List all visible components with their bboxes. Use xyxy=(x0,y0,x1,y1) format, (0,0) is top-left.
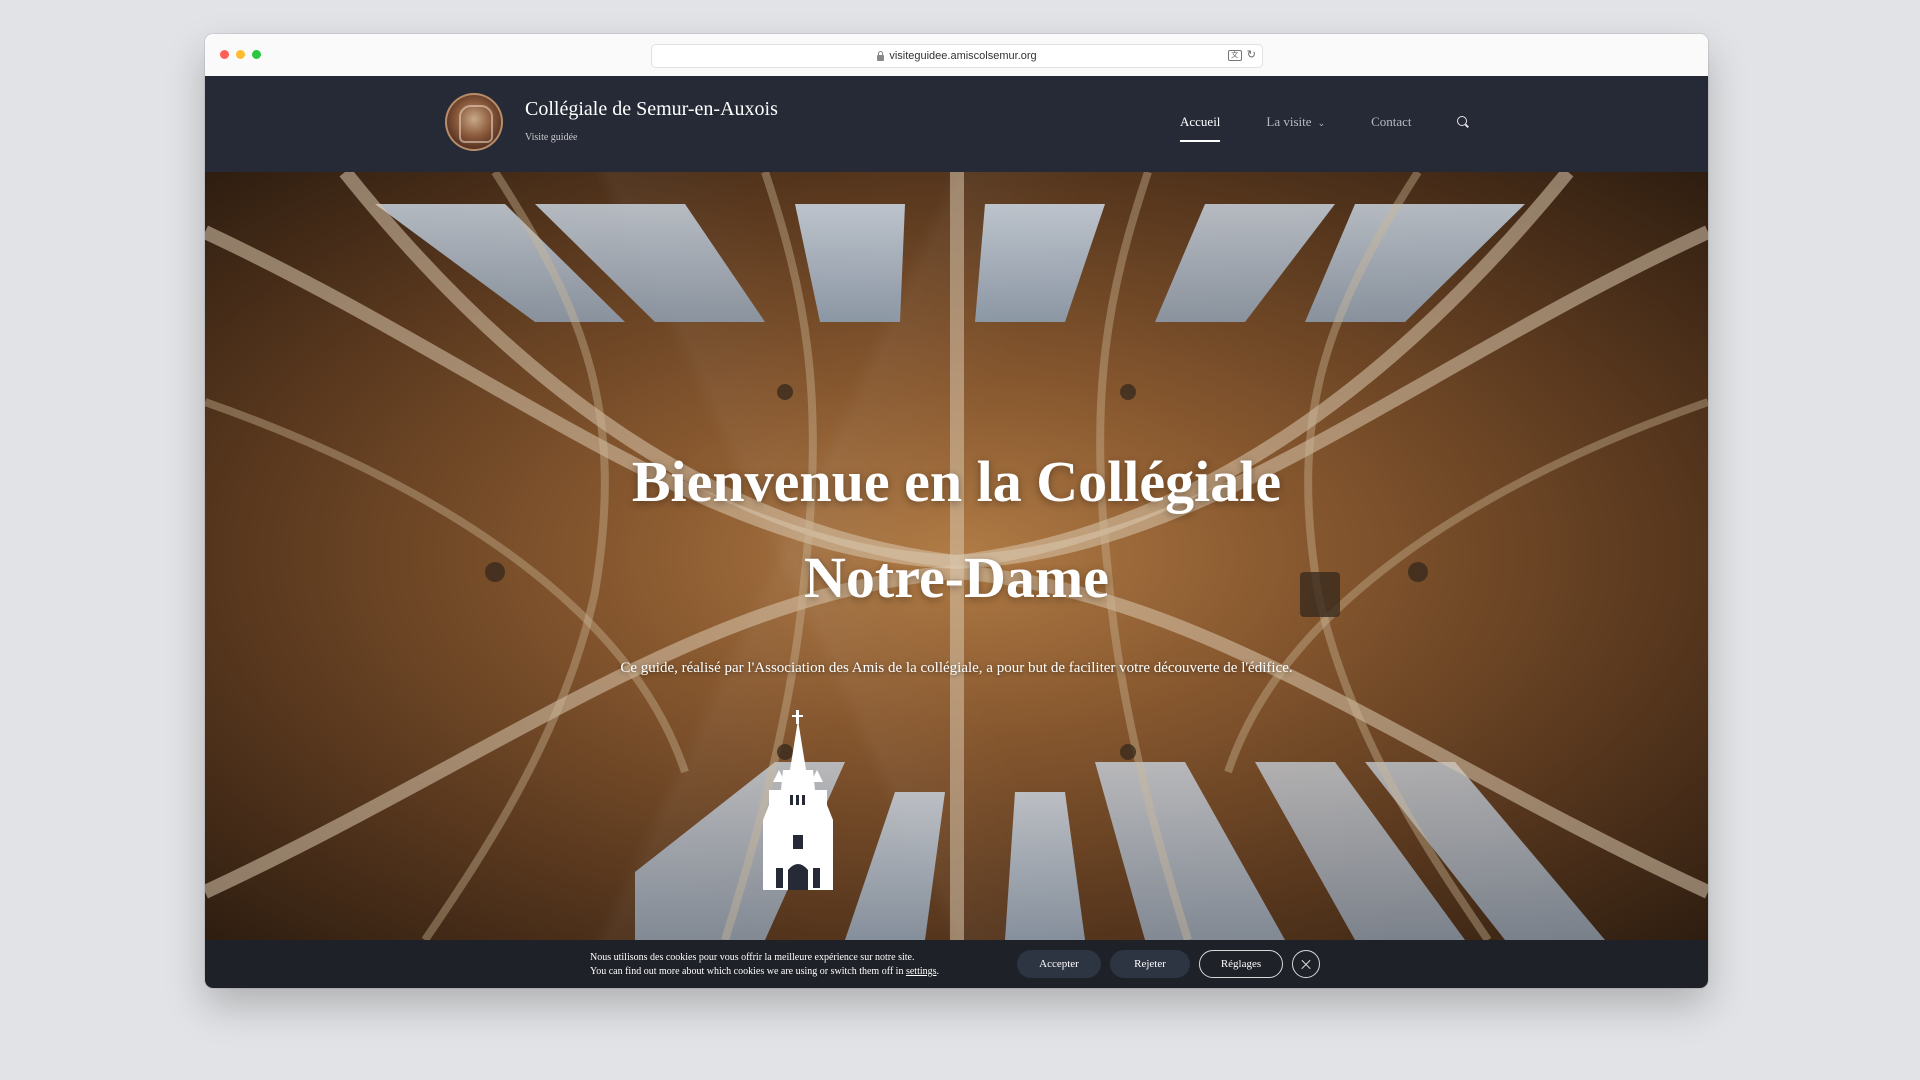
cookie-line-2-text: You can find out more about which cookie… xyxy=(590,966,904,977)
cookie-line-1: Nous utilisons des cookies pour vous off… xyxy=(590,952,915,963)
nav-item-contact[interactable]: Contact xyxy=(1371,114,1411,130)
hero-banner: Bienvenue en la Collégiale Notre-Dame Ce… xyxy=(205,172,1708,940)
minimize-window-button[interactable] xyxy=(236,50,245,59)
hero-subtitle: Ce guide, réalisé par l'Association des … xyxy=(620,660,1293,676)
translate-icon[interactable]: 文 xyxy=(1227,49,1242,61)
address-bar[interactable]: visiteguidee.amiscolsemur.org 文 ↻ xyxy=(651,44,1263,68)
cookie-message: Nous utilisons des cookies pour vous off… xyxy=(590,951,939,979)
cookie-line-2-end: . xyxy=(936,966,940,977)
cookie-settings-button[interactable]: Réglages xyxy=(1199,950,1283,978)
accept-cookies-button[interactable]: Accepter xyxy=(1017,950,1101,978)
site-title[interactable]: Collégiale de Semur-en-Auxois xyxy=(525,98,778,121)
cookie-settings-link[interactable]: settings xyxy=(906,966,937,977)
site-tagline: Visite guidée xyxy=(525,132,578,143)
site-header: Collégiale de Semur-en-Auxois Visite gui… xyxy=(205,76,1708,172)
reload-icon[interactable]: ↻ xyxy=(1247,48,1256,62)
cookie-line-2: You can find out more about which cookie… xyxy=(590,965,939,979)
site-logo[interactable] xyxy=(445,93,503,151)
hero-title: Bienvenue en la Collégiale Notre-Dame xyxy=(205,434,1708,626)
nav-item-home[interactable]: Accueil xyxy=(1180,114,1221,142)
nav-item-visit-label: La visite xyxy=(1266,114,1312,129)
cookie-banner: Nous utilisons des cookies pour vous off… xyxy=(205,940,1708,988)
nav-item-visit[interactable]: La visite ⌄ xyxy=(1266,114,1325,130)
browser-toolbar: visiteguidee.amiscolsemur.org 文 ↻ xyxy=(205,34,1708,77)
address-bar-tools: 文 ↻ xyxy=(1227,48,1256,62)
window-controls xyxy=(220,50,261,59)
browser-window: visiteguidee.amiscolsemur.org 文 ↻ Collég… xyxy=(205,34,1708,988)
lock-icon xyxy=(877,50,885,61)
chevron-down-icon: ⌄ xyxy=(1317,119,1326,129)
reject-cookies-button[interactable]: Rejeter xyxy=(1110,950,1190,978)
hero-title-line1: Bienvenue en la Collégiale xyxy=(631,449,1282,514)
url-text: visiteguidee.amiscolsemur.org xyxy=(889,50,1037,62)
church-icon xyxy=(763,710,833,890)
close-window-button[interactable] xyxy=(220,50,229,59)
search-icon[interactable] xyxy=(1457,116,1467,126)
hero-title-line2: Notre-Dame xyxy=(804,545,1109,610)
close-icon[interactable] xyxy=(1292,950,1320,978)
main-nav: Accueil La visite ⌄ Contact xyxy=(1180,114,1412,142)
zoom-window-button[interactable] xyxy=(252,50,261,59)
